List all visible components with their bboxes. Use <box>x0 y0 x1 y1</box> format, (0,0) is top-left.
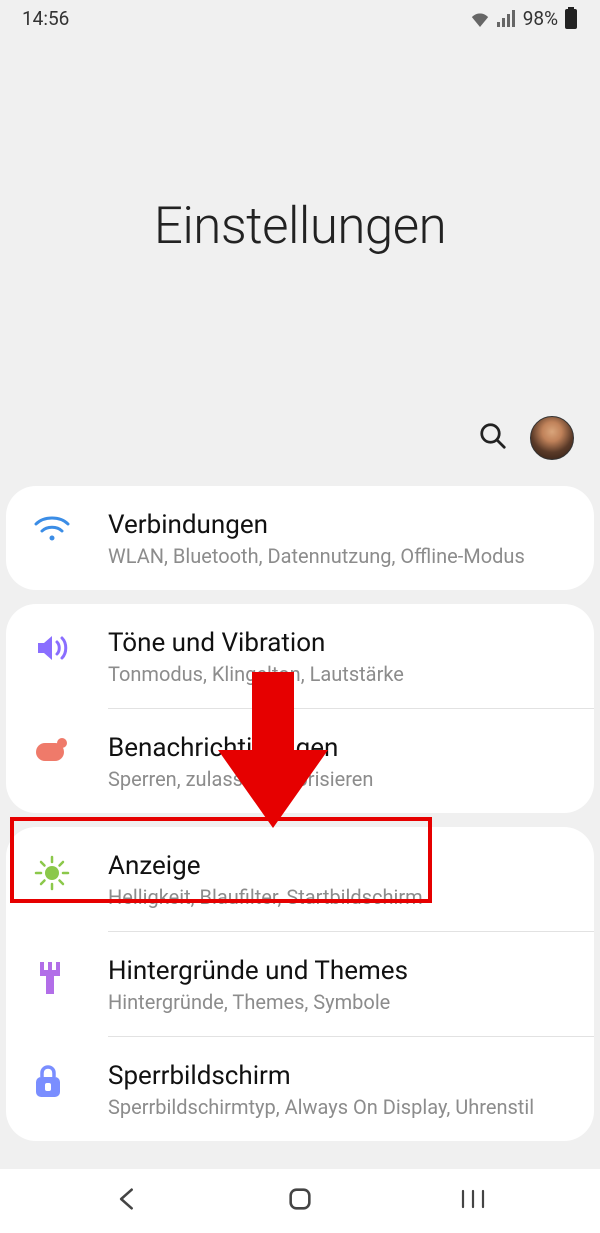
page-title: Einstellungen <box>154 197 446 256</box>
themes-icon <box>28 956 108 996</box>
row-text: Verbindungen WLAN, Bluetooth, Datennutzu… <box>108 510 572 568</box>
row-text: Sperrbildschirm Sperrbildschirmtyp, Alwa… <box>108 1061 572 1119</box>
row-subtitle: Sperrbildschirmtyp, Always On Display, U… <box>108 1095 572 1119</box>
wifi-status-icon <box>469 9 491 27</box>
sound-icon <box>28 628 108 664</box>
home-icon <box>286 1185 314 1213</box>
settings-card-display: Anzeige Helligkeit, Blaufilter, Startbil… <box>6 827 594 1141</box>
row-title: Anzeige <box>108 851 572 881</box>
notification-icon <box>28 733 108 763</box>
recents-icon <box>459 1187 487 1211</box>
row-connections[interactable]: Verbindungen WLAN, Bluetooth, Datennutzu… <box>6 486 594 590</box>
nav-back-button[interactable] <box>113 1185 141 1217</box>
status-bar: 14:56 98% <box>0 0 600 36</box>
battery-status-icon <box>564 7 578 29</box>
settings-card-connections: Verbindungen WLAN, Bluetooth, Datennutzu… <box>6 486 594 590</box>
lock-icon <box>28 1061 108 1099</box>
row-text: Benachrichtigungen Sperren, zulassen, pr… <box>108 733 572 791</box>
display-icon <box>28 851 108 891</box>
row-title: Benachrichtigungen <box>108 733 572 763</box>
signal-status-icon <box>497 9 517 27</box>
nav-recents-button[interactable] <box>459 1187 487 1215</box>
row-text: Hintergründe und Themes Hintergründe, Th… <box>108 956 572 1014</box>
search-icon <box>478 421 508 451</box>
status-time: 14:56 <box>22 7 69 30</box>
search-button[interactable] <box>478 421 508 455</box>
row-subtitle: Helligkeit, Blaufilter, Startbildschirm <box>108 885 572 909</box>
row-sounds[interactable]: Töne und Vibration Tonmodus, Klingelton,… <box>6 604 594 708</box>
row-subtitle: Sperren, zulassen, priorisieren <box>108 767 572 791</box>
battery-percent: 98% <box>523 7 558 30</box>
nav-home-button[interactable] <box>286 1185 314 1217</box>
row-text: Töne und Vibration Tonmodus, Klingelton,… <box>108 628 572 686</box>
profile-avatar[interactable] <box>530 416 574 460</box>
settings-card-sounds: Töne und Vibration Tonmodus, Klingelton,… <box>6 604 594 813</box>
row-title: Sperrbildschirm <box>108 1061 572 1091</box>
wifi-icon <box>28 510 108 542</box>
row-title: Töne und Vibration <box>108 628 572 658</box>
row-subtitle: Hintergründe, Themes, Symbole <box>108 990 572 1014</box>
row-title: Hintergründe und Themes <box>108 956 572 986</box>
android-nav-bar <box>0 1169 600 1233</box>
row-display[interactable]: Anzeige Helligkeit, Blaufilter, Startbil… <box>6 827 594 931</box>
row-notifications[interactable]: Benachrichtigungen Sperren, zulassen, pr… <box>6 709 594 813</box>
toolbar <box>0 416 600 480</box>
status-right: 98% <box>469 7 578 30</box>
row-subtitle: WLAN, Bluetooth, Datennutzung, Offline-M… <box>108 544 572 568</box>
row-subtitle: Tonmodus, Klingelton, Lautstärke <box>108 662 572 686</box>
chevron-left-icon <box>113 1185 141 1213</box>
row-themes[interactable]: Hintergründe und Themes Hintergründe, Th… <box>6 932 594 1036</box>
row-title: Verbindungen <box>108 510 572 540</box>
row-lockscreen[interactable]: Sperrbildschirm Sperrbildschirmtyp, Alwa… <box>6 1037 594 1141</box>
header-area: Einstellungen <box>0 36 600 416</box>
row-text: Anzeige Helligkeit, Blaufilter, Startbil… <box>108 851 572 909</box>
